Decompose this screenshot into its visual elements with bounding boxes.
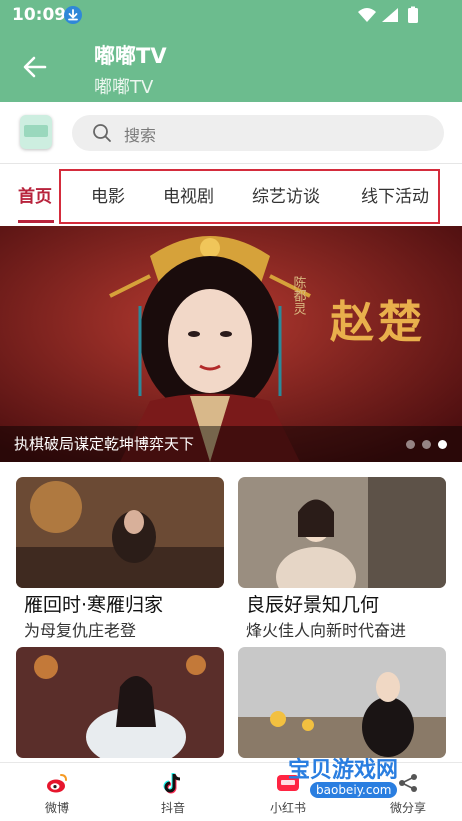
nav-item-weibo[interactable]: 微博 — [27, 769, 87, 819]
card-thumbnail — [238, 647, 446, 758]
carousel-dots — [406, 440, 450, 450]
banner-caption: 执棋破局谋定乾坤博弈天下 — [14, 435, 195, 453]
active-tab-indicator — [18, 220, 54, 223]
back-button[interactable] — [18, 50, 52, 84]
watermark-text: 宝贝游戏网 — [288, 758, 399, 783]
nav-label: 微博 — [44, 801, 69, 815]
banner-calligraphy: 赵楚 — [330, 297, 426, 348]
card-thumbnail — [238, 477, 446, 588]
search-icon — [93, 124, 111, 142]
download-icon — [64, 6, 82, 24]
banner-carousel[interactable]: 陈都灵 赵楚 执棋破局谋定乾坤博弈天下 — [0, 226, 462, 462]
video-card[interactable] — [238, 647, 446, 758]
carousel-dot[interactable] — [422, 440, 431, 449]
search-input[interactable]: 搜索 — [72, 115, 444, 151]
video-card[interactable]: 雁回时·寒雁归家 为母复仇庄老登 — [16, 477, 224, 640]
category-tabs: 首页 电影 电视剧 综艺访谈 线下活动 — [0, 164, 462, 226]
battery-icon — [408, 8, 418, 23]
card-subtitle: 为母复仇庄老登 — [24, 621, 137, 640]
highlight-box — [59, 169, 440, 224]
app-title: 嘟嘟TV — [94, 44, 167, 68]
card-thumbnail — [16, 477, 224, 588]
watermark-url: baobeiy.com — [310, 782, 398, 798]
app-screen: 10:09 嘟嘟TV 嘟嘟TV 搜索 首页 电影 电视剧 综艺访谈 线下活动 陈… — [0, 0, 462, 821]
watermark: 宝贝游戏网 baobeiy.com — [288, 752, 428, 802]
card-thumbnail — [16, 647, 224, 758]
svg-text:陈都灵: 陈都灵 — [291, 275, 307, 316]
app-subtitle: 嘟嘟TV — [94, 77, 154, 98]
nav-item-douyin[interactable]: 抖音 — [143, 769, 203, 819]
search-placeholder: 搜索 — [124, 126, 157, 145]
search-row: 搜索 — [0, 102, 462, 164]
signal-icon — [382, 8, 398, 22]
wifi-icon — [358, 8, 376, 22]
app-logo[interactable] — [20, 115, 52, 149]
douyin-icon — [163, 773, 181, 794]
status-time: 10:09 — [12, 5, 67, 25]
weibo-icon — [47, 774, 67, 793]
card-subtitle: 烽火佳人向新时代奋进 — [246, 621, 407, 640]
card-title: 雁回时·寒雁归家 — [24, 594, 164, 616]
carousel-dot[interactable] — [406, 440, 415, 449]
status-icons — [356, 6, 426, 24]
arrow-left-icon — [23, 56, 47, 78]
tab-home[interactable]: 首页 — [18, 182, 52, 207]
video-card[interactable] — [16, 647, 224, 758]
app-bar: 10:09 嘟嘟TV 嘟嘟TV — [0, 0, 462, 102]
nav-label: 抖音 — [160, 801, 185, 815]
carousel-dot-active[interactable] — [438, 440, 447, 449]
card-title: 良辰好景知几何 — [246, 594, 380, 616]
video-card[interactable]: 良辰好景知几何 烽火佳人向新时代奋进 — [238, 477, 446, 640]
